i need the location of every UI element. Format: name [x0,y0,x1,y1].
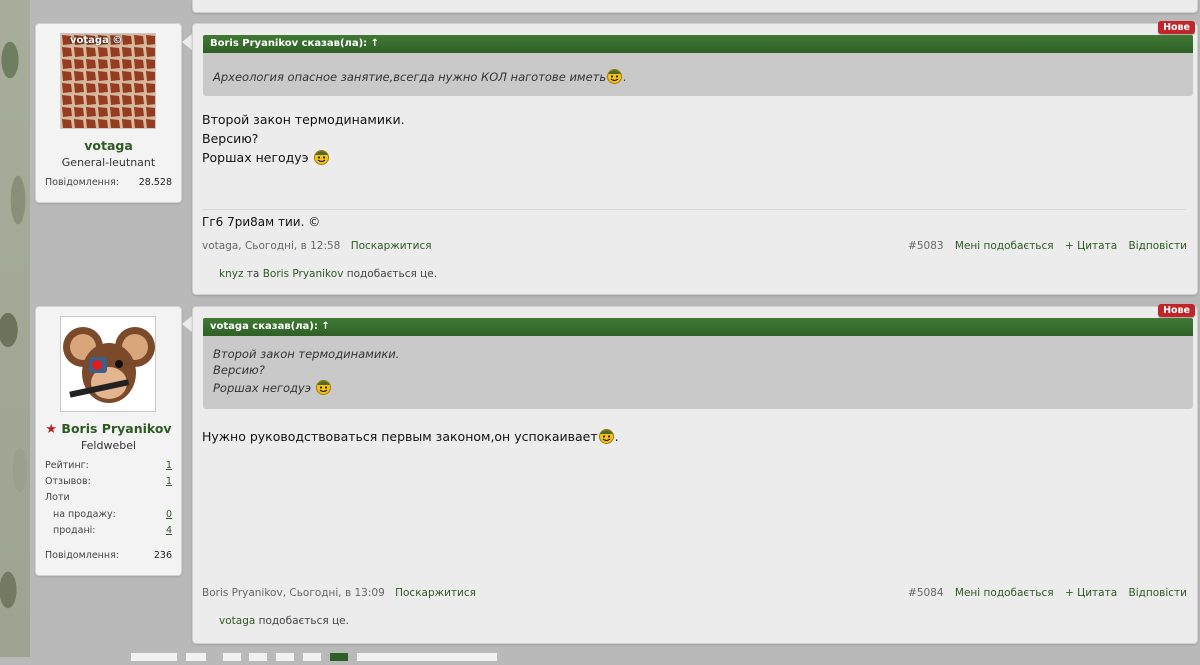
post-meta: votaga, Сьогодні, в 12:58 Поскаржитися [202,240,432,252]
stat-value-messages: 28.528 [138,177,172,188]
stat-value-for-sale[interactable]: 0 [166,509,172,520]
giraffe-avatar-image [61,34,155,128]
post-message: Нужно руководствоваться первым законом,о… [202,427,619,446]
meta-author[interactable]: Boris Pryanikov [202,587,283,599]
reply-button[interactable]: Відповісти [1129,240,1188,252]
meta-time[interactable]: , Сьогодні, в 12:58 [238,240,340,252]
soldier-smiley-icon [598,427,615,444]
quote-body: Второй закон термодинамики. Версию? Рорш… [203,336,1193,409]
signature-divider [202,209,1186,210]
meta-author[interactable]: votaga [202,240,238,252]
red-star-icon: ★ [45,422,58,437]
stat-value-messages: 236 [153,550,172,561]
quote-line: Второй закон термодинамики. [213,347,400,361]
username[interactable]: Boris Pryanikov [61,421,171,436]
previous-post-edge [192,0,1198,13]
page-nav-button[interactable] [248,652,269,662]
page-nav-current[interactable] [328,652,349,662]
likes-summary: votaga подобається це. [219,615,349,627]
page-nav-input[interactable] [355,652,498,662]
bubble-arrow [182,316,192,332]
meta-time[interactable]: , Сьогодні, в 13:09 [283,587,385,599]
soldier-smiley-icon [313,148,330,165]
stat-value-sold[interactable]: 4 [166,525,172,536]
page-nav-button[interactable] [275,652,296,662]
reply-button[interactable]: Відповісти [1129,587,1188,599]
likes-sep: та [243,268,263,280]
quote-line: Версию? [213,362,265,377]
message-line-with-smiley: Роршах негодуэ [202,148,405,167]
background-camo [0,0,30,657]
quote-text: Роршах негодуэ [213,381,312,395]
soldier-smiley-icon [606,67,623,84]
user-info-votaga: votaga © votaga General-leutnant Повідом… [35,23,182,203]
post-number[interactable]: #5083 [908,240,944,252]
message-end: . [614,429,619,444]
quote-author-text[interactable]: Boris Pryanikov сказав(ла): ↑ [210,38,379,49]
stat-label-lots: Лоти [45,492,70,503]
signature: Гг6 7ри8ам тии. © [202,215,321,229]
avatar[interactable] [60,316,156,412]
quote-line: Археология опасное занятие,всегда нужно … [213,70,607,84]
post-actions: #5084 Мені подобається + Цитата Відповіс… [900,587,1187,599]
bubble-arrow [182,34,192,50]
page-nav-button[interactable] [302,652,323,662]
post-number[interactable]: #5084 [908,587,944,599]
stat-label-sold: продані: [53,525,96,536]
stat-value-reviews[interactable]: 1 [166,476,172,487]
like-button[interactable]: Мені подобається [955,240,1054,252]
quote-button[interactable]: + Цитата [1065,587,1117,599]
avatar[interactable]: votaga © [60,33,156,129]
new-badge: Нове [1158,21,1195,34]
soldier-smiley-icon [315,378,332,395]
report-link[interactable]: Поскаржитися [395,587,476,599]
stat-label-reviews: Отзывов: [45,476,91,487]
quote-line-end: . [623,70,627,84]
post-5083: Нове Boris Pryanikov сказав(ла): ↑ Архео… [192,21,1198,295]
likes-suffix: подобається це. [255,615,349,627]
username[interactable]: votaga [36,138,181,153]
user-title: Feldwebel [80,439,137,452]
stat-label-for-sale: на продажу: [53,509,116,520]
likes-suffix: подобається це. [343,268,438,280]
username-row[interactable]: ★ Boris Pryanikov [36,421,181,437]
message-line: Версию? [202,131,259,146]
avatar-overlay-text: votaga © [70,35,123,46]
user-info-boris: ★ Boris Pryanikov Feldwebel Рейтинг: 1 О… [35,306,182,576]
message-text: Нужно руководствоваться первым законом,о… [202,429,598,444]
page-nav-button[interactable] [221,652,242,662]
like-user[interactable]: knyz [219,268,243,280]
post-meta: Boris Pryanikov, Сьогодні, в 13:09 Поска… [202,587,476,599]
message-line: Второй закон термодинамики. [202,112,405,127]
page-nav-button[interactable] [130,652,178,662]
stat-label-messages: Повідомлення: [45,550,119,561]
quote-author[interactable]: votaga сказав(ла): ↑ [203,318,1193,336]
post-actions: #5083 Мені подобається + Цитата Відповіс… [900,240,1187,252]
user-title: General-leutnant [61,156,156,169]
quote-body: Археология опасное занятие,всегда нужно … [203,53,1193,96]
new-badge: Нове [1158,304,1195,317]
stat-label-messages: Повідомлення: [45,177,119,188]
quote-line-with-smiley: Роршах негодуэ [213,378,1183,397]
message-text: Роршах негодуэ [202,150,309,165]
post-5084: Нове votaga сказав(ла): ↑ Второй закон т… [192,304,1198,644]
stat-label-rating: Рейтинг: [45,460,89,471]
report-link[interactable]: Поскаржитися [351,240,432,252]
quote-author[interactable]: Boris Pryanikov сказав(ла): ↑ [203,35,1193,53]
like-button[interactable]: Мені подобається [955,587,1054,599]
likes-summary: knyz та Boris Pryanikov подобається це. [219,268,437,280]
page-nav-button[interactable] [184,652,207,662]
like-user[interactable]: Boris Pryanikov [263,268,344,280]
post-message: Второй закон термодинамики. Версию? Рорш… [202,110,405,167]
like-user[interactable]: votaga [219,615,255,627]
cheburashka-avatar-image [61,317,155,411]
page-navigation [130,651,501,662]
quote-button[interactable]: + Цитата [1065,240,1117,252]
stat-value-rating[interactable]: 1 [166,460,172,471]
quote-author-text[interactable]: votaga сказав(ла): ↑ [210,321,330,332]
